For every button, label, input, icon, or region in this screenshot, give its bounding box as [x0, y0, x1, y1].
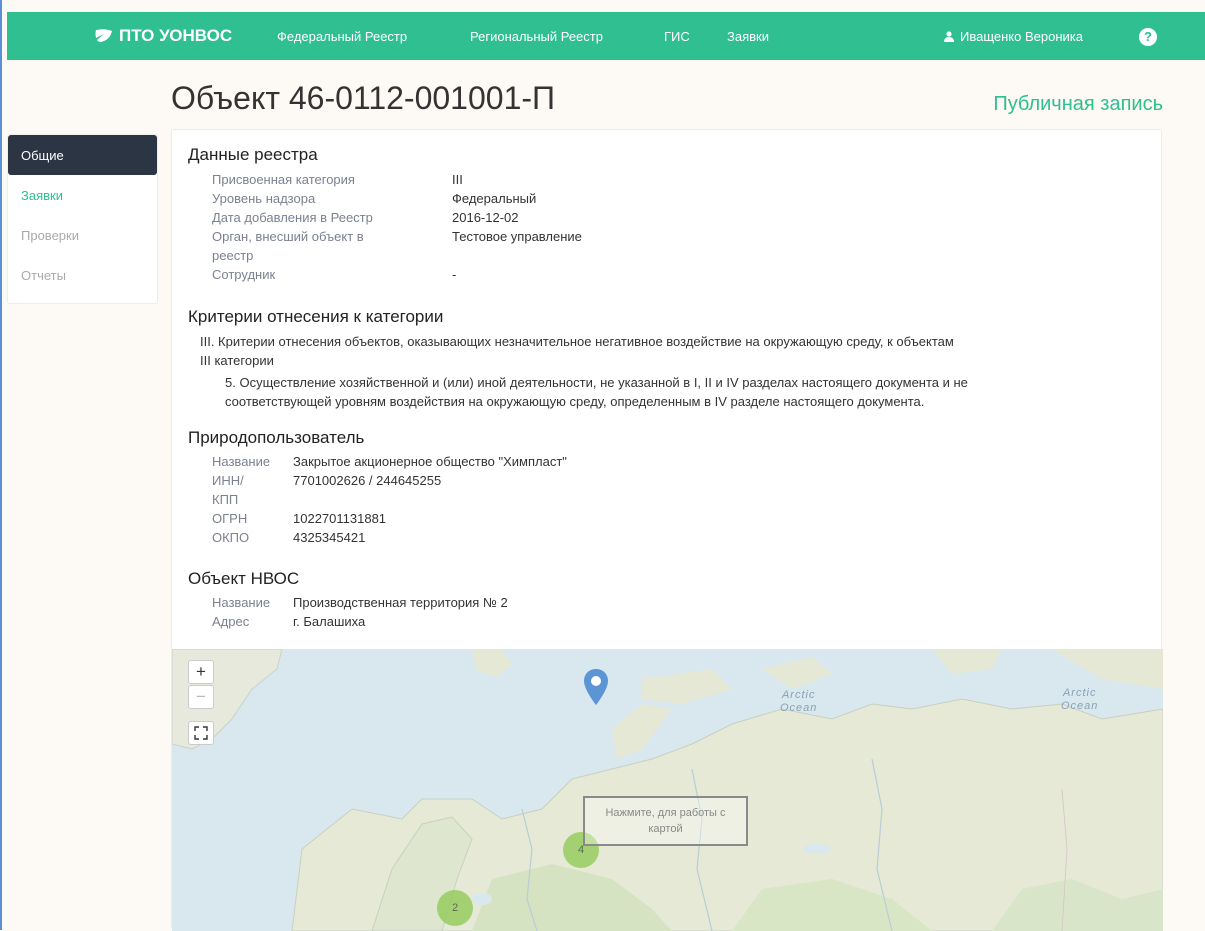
sidebar-item-requests[interactable]: Заявки: [8, 175, 157, 215]
ocean-label-1-line2: Ocean: [780, 702, 818, 714]
map-activation-hint[interactable]: Нажмите, для работы с картой: [583, 796, 748, 846]
criteria-sub-line2: соответствующей уровням воздействия на о…: [225, 394, 925, 409]
zoom-out-button[interactable]: −: [188, 685, 214, 709]
okpo-key: ОКПО: [212, 530, 250, 545]
company-name-key: Название: [212, 454, 271, 469]
ogrn-key: ОГРН: [212, 511, 248, 526]
nav-gis[interactable]: ГИС: [664, 12, 690, 60]
ocean-label-2-line1: Arctic: [1062, 687, 1097, 699]
nav-federal-registry[interactable]: Федеральный Реестр: [277, 12, 407, 60]
ogrn-value: 1022701131881: [293, 511, 387, 526]
location-marker-icon[interactable]: [583, 669, 609, 705]
category-key: Присвоенная категория: [212, 172, 355, 187]
ocean-label-1-line1: Arctic: [781, 689, 816, 701]
user-of-nature-section-title: Природопользователь: [188, 428, 365, 447]
object-name-value: Производственная территория № 2: [293, 595, 508, 610]
registry-data: Присвоенная категория III Уровень надзор…: [212, 171, 1112, 282]
fullscreen-icon: [194, 726, 208, 740]
nav-regional-registry[interactable]: Региональный Реестр: [470, 12, 603, 60]
criteria-sub-line1: 5. Осуществление хозяйственной и (или) и…: [225, 375, 968, 390]
brand-link[interactable]: ПТО УОНВОС: [95, 12, 232, 60]
object-section-title: Объект НВОС: [188, 569, 300, 588]
authority-key: Орган, внесший объект в: [212, 229, 364, 244]
ocean-label-2-line2: Ocean: [1061, 700, 1099, 712]
map-hint-line1: Нажмите, для работы с: [605, 807, 726, 819]
criteria-main-line2: III категории: [200, 353, 274, 368]
object-name-key: Название: [212, 595, 271, 610]
sidebar: Общие Заявки Проверки Отчеты: [7, 134, 158, 304]
brand-label: ПТО УОНВОС: [119, 26, 233, 45]
nav-requests[interactable]: Заявки: [727, 12, 769, 60]
object-details-panel: Данные реестра Присвоенная категория III…: [171, 129, 1163, 931]
company-name-value: Закрытое акционерное общество "Химпласт": [293, 454, 567, 469]
registry-section-title: Данные реестра: [188, 145, 318, 164]
public-record-label: Публичная запись: [993, 93, 1163, 115]
authority-key-line2: реестр: [212, 248, 254, 263]
user-menu[interactable]: Иващенко Вероника: [944, 12, 1083, 60]
map-tiles: [172, 649, 1163, 931]
date-added-value: 2016-12-02: [452, 210, 519, 225]
address-value: г. Балашиха: [293, 614, 366, 629]
inn-key: ИНН/: [212, 473, 244, 488]
kpp-key: КПП: [212, 492, 239, 507]
map-hint-line2: картой: [648, 823, 683, 835]
inn-kpp-value: 7701002626 / 244645255: [293, 473, 442, 488]
okpo-value: 4325345421: [293, 530, 366, 545]
sidebar-item-inspections[interactable]: Проверки: [8, 215, 157, 255]
marker-cluster[interactable]: 2: [437, 890, 473, 926]
sidebar-item-reports[interactable]: Отчеты: [8, 255, 157, 295]
help-icon[interactable]: ?: [1139, 28, 1157, 46]
authority-value: Тестовое управление: [452, 229, 582, 244]
criteria-section-title: Критерии отнесения к категории: [188, 307, 444, 326]
object-map[interactable]: + − Arctic Ocean Arctic Ocean 4 2 Нажмит…: [172, 649, 1163, 931]
ocean-label-1: Arctic Ocean: [780, 689, 817, 715]
employee-value: -: [452, 267, 457, 282]
top-navbar: ПТО УОНВОС Федеральный Реестр Региональн…: [7, 12, 1205, 60]
object-data: Название Производственная территория № 2…: [212, 594, 912, 634]
ocean-label-2: Arctic Ocean: [1061, 687, 1098, 713]
address-key: Адрес: [212, 614, 250, 629]
supervision-key: Уровень надзора: [212, 191, 316, 206]
zoom-in-button[interactable]: +: [188, 660, 214, 684]
supervision-value: Федеральный: [452, 191, 537, 206]
employee-key: Сотрудник: [212, 267, 276, 282]
category-value: III: [452, 172, 463, 187]
leaf-icon: [95, 29, 112, 42]
date-added-key: Дата добавления в Реестр: [212, 210, 373, 225]
window-edge: [0, 0, 2, 930]
fullscreen-button[interactable]: [188, 721, 214, 745]
user-of-nature-data: Название Закрытое акционерное общество "…: [212, 453, 912, 553]
page-title: Объект 46-0112-001001-П: [171, 80, 556, 116]
user-name: Иващенко Вероника: [960, 28, 1083, 44]
user-icon: [944, 30, 954, 42]
sidebar-item-general[interactable]: Общие: [8, 135, 157, 175]
criteria-main-line1: III. Критерии отнесения объектов, оказыв…: [200, 334, 954, 349]
